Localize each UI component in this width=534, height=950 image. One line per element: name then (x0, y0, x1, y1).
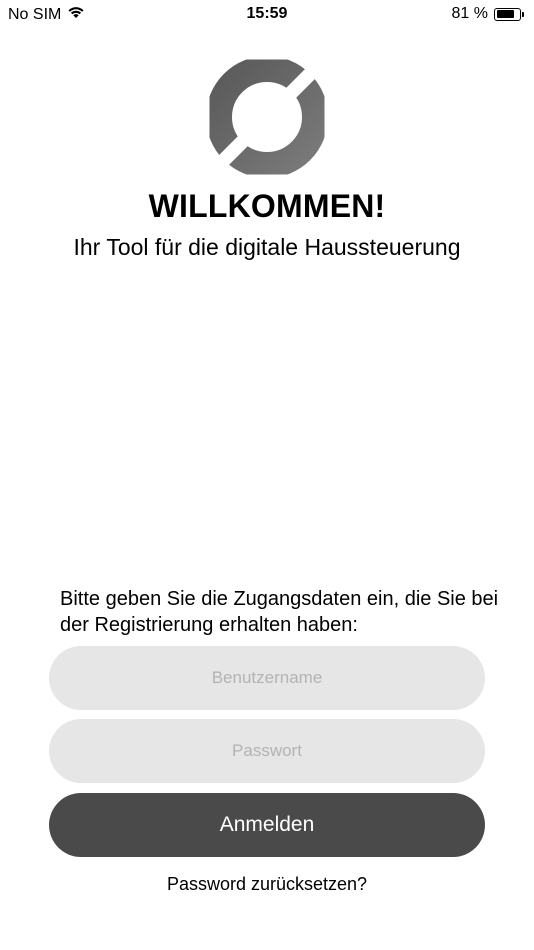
username-input[interactable] (49, 646, 485, 710)
login-instructions: Bitte geben Sie die Zugangsdaten ein, di… (60, 588, 499, 636)
welcome-subtitle: Ihr Tool für die digitale Haussteuerung (73, 234, 461, 260)
app-logo-icon (206, 56, 328, 178)
battery-percentage: 81 % (451, 5, 488, 22)
battery-cap (522, 11, 524, 17)
welcome-title: WILLKOMMEN! (148, 188, 386, 224)
reset-password-link[interactable]: Password zurücksetzen? (0, 874, 534, 895)
login-button[interactable]: Anmelden (49, 793, 485, 857)
password-input[interactable] (49, 719, 485, 783)
login-screen: No SIM 15:59 81 % WILLKOMMEN! Ihr Tool f… (0, 0, 534, 950)
battery-fill (496, 10, 515, 18)
battery-icon (494, 7, 521, 21)
status-bar: No SIM 15:59 81 % (0, 0, 534, 28)
status-right: 81 % (452, 5, 524, 23)
